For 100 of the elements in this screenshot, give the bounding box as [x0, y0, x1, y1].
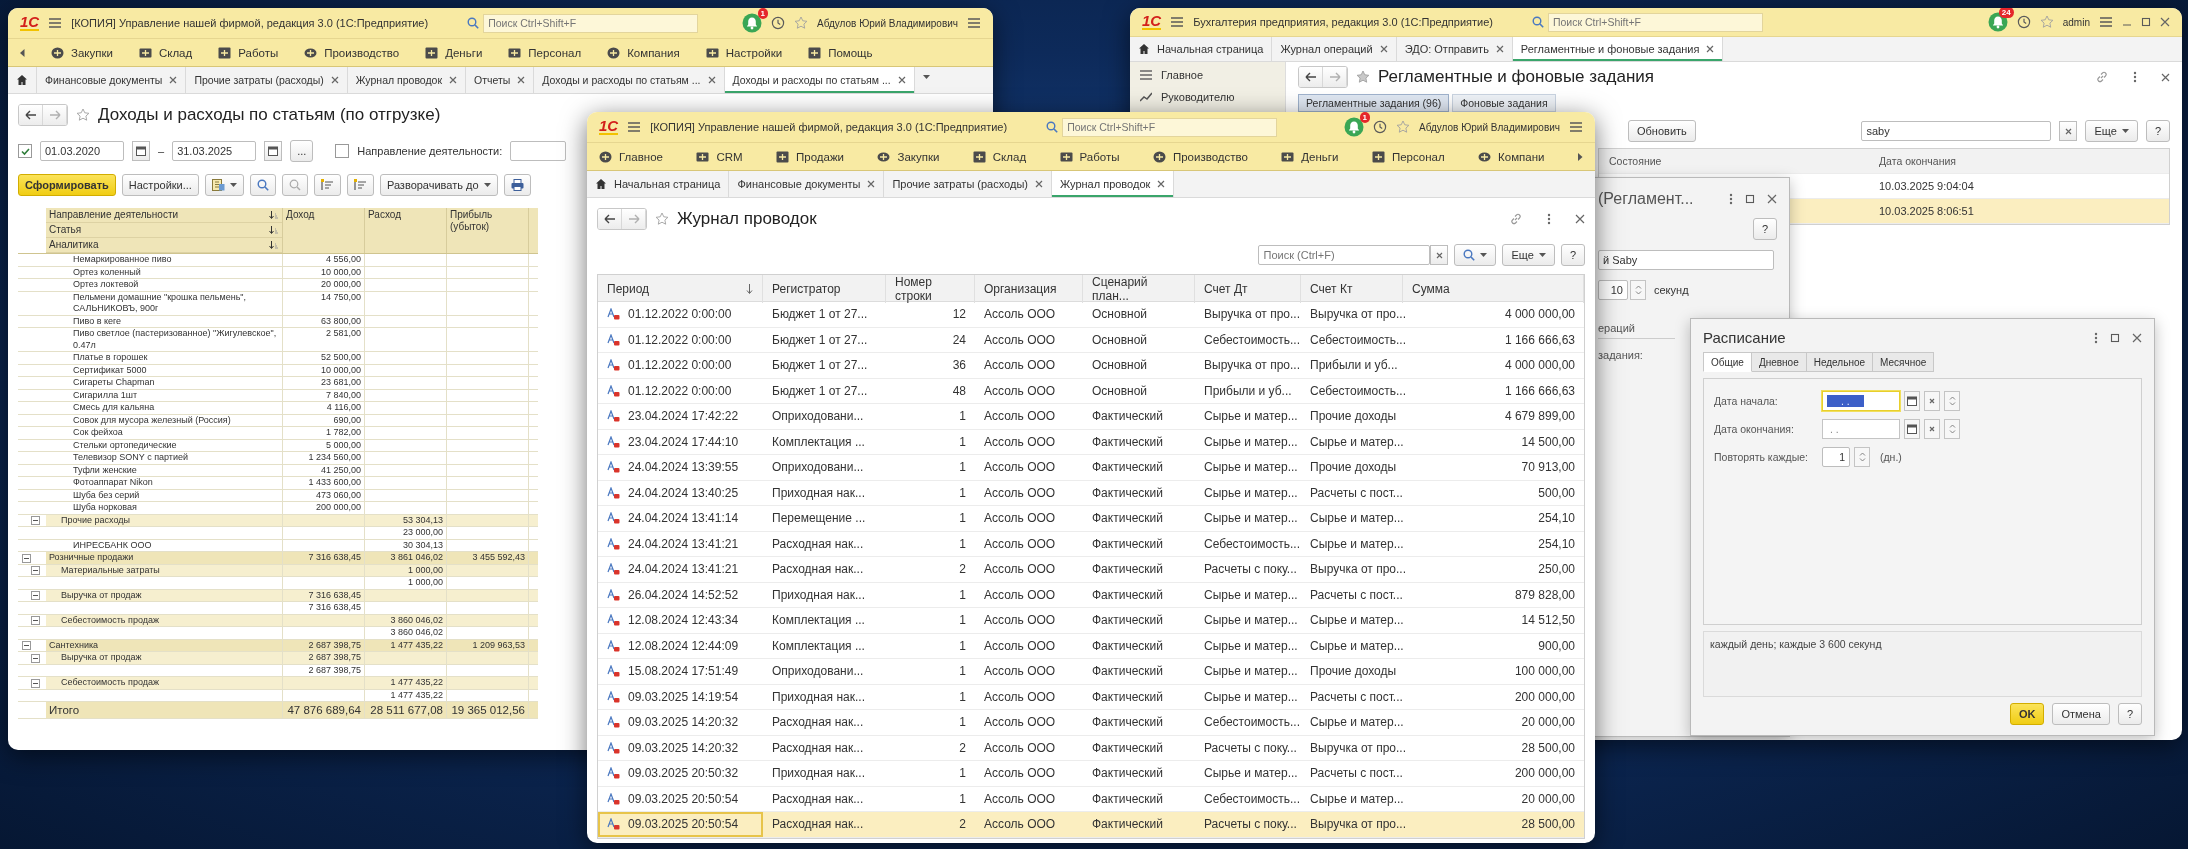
home-tab[interactable]: Начальная страница	[587, 171, 730, 197]
more-button[interactable]: Еще	[2085, 120, 2138, 142]
clear-button[interactable]	[1430, 245, 1449, 265]
close-icon[interactable]	[449, 76, 458, 84]
maximize-icon[interactable]	[1745, 194, 1755, 204]
section-link[interactable]: Склад	[972, 150, 1027, 163]
table-row[interactable]: 23.04.2024 17:44:10 Комплектация ... 1 Ассоль ООО Фактический Сырье и матер... Сырье и матер... 14 500,00	[598, 429, 1584, 455]
tab[interactable]: Отчеты	[466, 67, 535, 93]
subtab[interactable]: Фоновые задания	[1452, 94, 1556, 112]
tab[interactable]: Доходы и расходы по статьям ...	[534, 67, 725, 93]
table-row[interactable]: 15.08.2024 17:51:49 Оприходовани... 1 Ассоль ООО Фактический Сырье и матер... Прочие доходы 100 000,00	[598, 659, 1584, 685]
refresh-button[interactable]: Обновить	[1628, 120, 1696, 142]
checkbox[interactable]	[335, 144, 350, 158]
group-row[interactable]: Выручка от продаж 2 687 398,75	[18, 652, 538, 665]
calendar-button[interactable]	[1904, 419, 1920, 439]
close-icon[interactable]	[169, 76, 178, 84]
name-field[interactable]: й Saby	[1598, 250, 1774, 270]
interval-field[interactable]: 10	[1598, 280, 1628, 300]
settings-button[interactable]: Настройки...	[121, 174, 199, 196]
calendar-button[interactable]	[1904, 391, 1920, 411]
close-icon[interactable]	[1767, 194, 1777, 204]
star-icon[interactable]	[2039, 15, 2054, 29]
more-button[interactable]: Еще	[1502, 244, 1555, 266]
close-icon[interactable]	[1035, 180, 1043, 188]
close-icon[interactable]	[2065, 127, 2072, 135]
group-row[interactable]: Выручка от продаж 7 316 638,45	[18, 589, 538, 602]
table-row[interactable]: 09.03.2025 20:50:54 Расходная нак... 2 Ассоль ООО Фактический Расчеты с поку... Выручка от про... 28 500,00	[598, 812, 1584, 838]
column-header[interactable]: Регистратор	[772, 282, 841, 296]
group-row[interactable]: Себестоимость продаж 3 860 046,02	[18, 614, 538, 627]
maximize-icon[interactable]	[2141, 17, 2151, 27]
tab[interactable]: Общие	[1703, 352, 1752, 372]
search-field[interactable]: Поиск (Ctrl+F)	[1258, 245, 1431, 265]
back-button[interactable]	[19, 105, 43, 125]
generate-button[interactable]: Сформировать	[18, 174, 116, 196]
search-field[interactable]: saby	[1861, 121, 2052, 141]
star-icon[interactable]	[794, 16, 809, 30]
column-header[interactable]: Дата окончания	[1879, 155, 1957, 167]
column-header[interactable]: Сценарий план...	[1092, 275, 1185, 303]
bell-icon[interactable]	[742, 13, 763, 33]
section-link[interactable]: Продажи	[776, 150, 845, 163]
table-row[interactable]: 01.12.2022 0:00:00 Бюджет 1 от 27... 12 Ассоль ООО Основной Выручка от про... Выручка от про... 4 000 000,00	[598, 302, 1584, 328]
section-link[interactable]: Главное	[599, 150, 663, 163]
section-link[interactable]: Работы	[1059, 150, 1120, 163]
close-icon[interactable]	[1157, 180, 1166, 188]
section-link[interactable]: CRM	[696, 150, 743, 163]
star-icon[interactable]	[655, 212, 669, 226]
column-header[interactable]: Период	[607, 282, 650, 296]
column-header[interactable]: Организация	[984, 282, 1057, 296]
star-icon[interactable]	[76, 108, 90, 122]
column-header[interactable]: Счет Кт	[1310, 282, 1353, 296]
section-link[interactable]: Производство	[304, 46, 400, 59]
group-row[interactable]: Прочие расходы 53 304,13	[18, 514, 538, 527]
collapse-icon[interactable]	[31, 516, 40, 525]
date-field[interactable]: 01.03.2020	[40, 141, 124, 161]
table-row[interactable]: 24.04.2024 13:41:21 Расходная нак... 1 Ассоль ООО Фактический Себестоимость... Сырье и матер... 254,10	[598, 531, 1584, 557]
group-row[interactable]: Розничные продажи 7 316 638,45 3 861 046,02 3 455 592,43	[18, 552, 538, 565]
collapse-icon[interactable]	[22, 553, 31, 563]
clear-button[interactable]	[1924, 391, 1940, 411]
collapse-icon[interactable]	[31, 653, 40, 663]
tab[interactable]: Журнал операций	[1272, 37, 1397, 61]
search-button[interactable]	[1454, 244, 1497, 266]
close-icon[interactable]	[330, 76, 339, 84]
close-icon[interactable]	[1575, 214, 1585, 224]
more-icon[interactable]	[2133, 71, 2137, 83]
tab[interactable]: Журнал проводок	[1052, 171, 1175, 197]
scroll-right-icon[interactable]	[1577, 152, 1583, 161]
table-row[interactable]: 24.04.2024 13:39:55 Оприходовани... 1 Ассоль ООО Фактический Сырье и матер... Прочие доходы 70 913,00	[598, 455, 1584, 481]
section-link[interactable]: Персонал	[1371, 150, 1445, 163]
section-link[interactable]: Склад	[138, 46, 193, 59]
link-icon[interactable]	[1509, 212, 1523, 226]
subtab[interactable]: Регламентные задания (96)	[1298, 94, 1450, 112]
back-button[interactable]	[598, 209, 622, 229]
star-icon[interactable]	[1356, 70, 1370, 84]
collapse-icon[interactable]	[31, 591, 40, 600]
search-field[interactable]: Поиск Ctrl+Shift+F	[483, 13, 699, 33]
section-link[interactable]: Настройки	[705, 46, 783, 59]
maximize-icon[interactable]	[2110, 332, 2120, 343]
date-field[interactable]: . .	[1822, 419, 1900, 439]
tab[interactable]: Финансовые документы	[37, 67, 187, 93]
filter-field[interactable]	[510, 141, 567, 161]
clear-button[interactable]	[1924, 419, 1940, 439]
print-button[interactable]	[503, 174, 531, 196]
section-link[interactable]: Компани	[1478, 150, 1545, 163]
dialog-button[interactable]: ?	[2117, 703, 2142, 725]
table-row[interactable]: 23.04.2024 17:42:22 Оприходовани... 1 Ассоль ООО Фактический Сырье и матер... Прочие доходы 4 679 899,00	[598, 404, 1584, 430]
more-icon[interactable]	[2094, 331, 2098, 344]
expand-button[interactable]	[346, 174, 374, 196]
table-row[interactable]: 01.12.2022 0:00:00 Бюджет 1 от 27... 36 Ассоль ООО Основной Выручка от про... Прибыли и уб... 4 000 000,00	[598, 353, 1584, 379]
table-row[interactable]: 24.04.2024 13:40:25 Приходная нак... 1 Ассоль ООО Фактический Сырье и матер... Расчеты с пост... 500,00	[598, 480, 1584, 506]
close-icon[interactable]	[897, 76, 906, 84]
calendar-button[interactable]	[264, 141, 283, 161]
menu-icon[interactable]	[627, 121, 642, 133]
link-icon[interactable]	[2095, 70, 2109, 84]
section-link[interactable]: Деньги	[425, 46, 483, 59]
column-header[interactable]: Состояние	[1609, 155, 1662, 167]
tab[interactable]: Прочие затраты (расходы)	[884, 171, 1052, 197]
period-button[interactable]: ...	[290, 140, 314, 162]
repeat-field[interactable]: 1	[1822, 447, 1850, 467]
scroll-left-icon[interactable]	[20, 48, 25, 57]
menu-icon[interactable]	[48, 17, 63, 29]
